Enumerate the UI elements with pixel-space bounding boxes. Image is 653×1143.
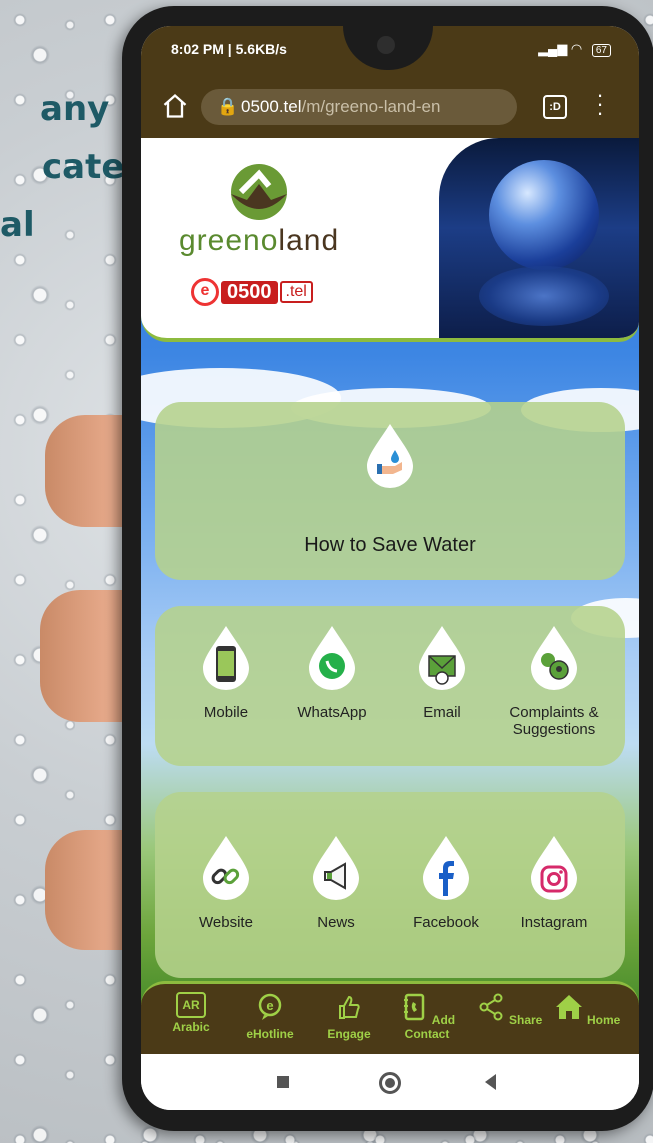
battery-icon: 67 <box>591 44 611 57</box>
how-to-save-water-card[interactable]: How to Save Water <box>155 402 625 580</box>
contact-label-email: Email <box>423 704 461 721</box>
footer-arabic[interactable]: AR Arabic <box>155 992 227 1034</box>
footer-ehotline[interactable]: e eHotline <box>234 992 306 1041</box>
url-field[interactable]: 🔒 0500.tel/m/greeno-land-en <box>201 89 517 125</box>
globe-image <box>439 138 639 338</box>
brand-part-1: greeno <box>179 224 279 257</box>
footer-share[interactable]: Share <box>473 992 545 1027</box>
background-tagline: any cate al <box>0 80 124 254</box>
globe-reflection <box>479 266 609 326</box>
phone-screen: 8:02 PM | 5.6KB/s ▂▄▆ ◠ 67 🔒 0500.tel/m/… <box>141 26 639 1110</box>
social-label-website: Website <box>199 914 253 931</box>
front-camera <box>377 36 395 54</box>
url-path: /m/greeno-land-en <box>301 97 441 116</box>
footer-label-share: Share <box>508 1013 543 1027</box>
social-label-instagram: Instagram <box>520 914 588 931</box>
complaints-icon <box>531 626 577 690</box>
signal-icon: ▂▄▆ <box>538 41 568 56</box>
megaphone-icon <box>313 836 359 900</box>
social-card: Website News Facebook Instagram <box>155 792 625 978</box>
tel-domain: .tel <box>279 281 313 303</box>
page-content: greenoland e0500.tel How to Save Water <box>141 138 639 1004</box>
share-icon <box>479 993 503 1021</box>
tagline-line-1: any <box>40 89 110 129</box>
home-button[interactable] <box>379 1072 401 1094</box>
tagline-line-2: cate <box>42 147 125 187</box>
contact-label-whatsapp: WhatsApp <box>297 704 367 721</box>
footer-label-home: Home <box>587 1013 621 1027</box>
link-icon <box>203 836 249 900</box>
thumbs-up-icon <box>339 995 360 1019</box>
bottom-navigation: AR Arabic e eHotline Engage Add Contact <box>141 981 639 1057</box>
contact-card: Mobile WhatsApp Email Complaints & Sugge… <box>155 606 625 766</box>
url-text: 0500.tel/m/greeno-land-en <box>241 89 440 125</box>
ehotline-icon: e <box>258 993 282 1020</box>
tel-badge[interactable]: e 0500 .tel <box>191 278 313 306</box>
footer-add-contact[interactable]: Add Contact <box>391 992 463 1041</box>
water-drop-hand-icon <box>367 424 413 488</box>
recents-button[interactable] <box>277 1076 289 1088</box>
lock-icon: 🔒 <box>217 97 239 116</box>
home-icon[interactable] <box>161 92 189 120</box>
contact-label-complaints: Complaints & Suggestions <box>509 704 599 738</box>
footer-label-engage: Engage <box>327 1027 371 1041</box>
greenoland-logo-icon <box>231 164 287 220</box>
status-bar: 8:02 PM | 5.6KB/s ▂▄▆ ◠ 67 <box>141 26 639 76</box>
footer-label-arabic: Arabic <box>172 1020 210 1034</box>
brand-header: greenoland e 0500 .tel <box>141 138 639 342</box>
home-icon <box>555 995 582 1019</box>
ehotline-logo-icon: e <box>191 278 219 306</box>
tagline-line-3: al <box>0 205 35 245</box>
social-label-news: News <box>317 914 355 931</box>
facebook-icon <box>423 836 469 900</box>
status-icons: ▂▄▆ ◠ 67 <box>538 41 611 57</box>
ar-icon: AR <box>176 992 206 1018</box>
globe-icon <box>489 160 599 270</box>
instagram-icon <box>531 836 577 900</box>
wifi-icon: ◠ <box>570 41 583 56</box>
url-host: 0500.tel <box>241 97 302 116</box>
contact-book-icon <box>403 993 425 1021</box>
tel-number: 0500 <box>221 280 278 304</box>
footer-label-ehotline: eHotline <box>246 1027 294 1041</box>
brand-name: greenoland <box>179 224 339 258</box>
android-nav-bar <box>141 1054 639 1110</box>
contact-label-mobile: Mobile <box>203 704 249 721</box>
footer-engage[interactable]: Engage <box>313 992 385 1041</box>
email-icon <box>419 626 465 690</box>
tab-switcher-button[interactable]: :D <box>543 95 567 119</box>
social-label-facebook: Facebook <box>413 914 479 931</box>
status-time: 8:02 PM | 5.6KB/s <box>171 41 287 57</box>
menu-icon[interactable]: · · · <box>595 84 605 124</box>
browser-url-bar: 🔒 0500.tel/m/greeno-land-en :D · · · <box>141 76 639 138</box>
svg-text:e: e <box>266 998 273 1013</box>
whatsapp-icon <box>309 626 355 690</box>
footer-home[interactable]: Home <box>551 992 623 1027</box>
how-to-save-water-label: How to Save Water <box>304 534 476 556</box>
mobile-phone-icon <box>203 626 249 690</box>
back-button[interactable] <box>485 1074 496 1090</box>
brand-part-2: land <box>278 224 340 257</box>
